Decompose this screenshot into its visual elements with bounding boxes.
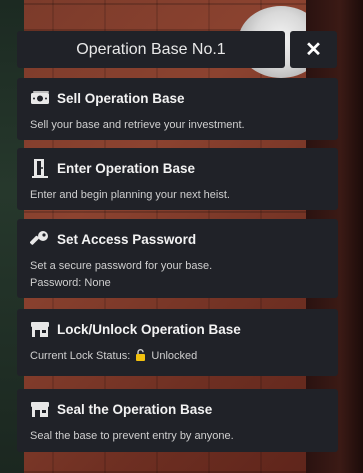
menu-item-enter-base[interactable]: Enter Operation Base Enter and begin pla… bbox=[17, 148, 338, 210]
title-bar: Operation Base No.1 ✕ bbox=[17, 31, 338, 68]
password-status: Password: None bbox=[30, 275, 326, 292]
lock-status-value: Unlocked bbox=[151, 350, 198, 362]
shop-icon bbox=[30, 399, 50, 419]
menu-item-seal-base[interactable]: Seal the Operation Base Seal the base to… bbox=[17, 389, 338, 452]
password-value: None bbox=[84, 277, 111, 289]
menu-item-title: Sell Operation Base bbox=[57, 90, 185, 106]
menu-title: Operation Base No.1 bbox=[17, 31, 285, 68]
menu-item-description: Enter and begin planning your next heist… bbox=[30, 189, 230, 201]
lock-status: Current Lock Status: Unlocked bbox=[30, 348, 326, 367]
menu-item-sell-base[interactable]: Sell Operation Base Sell your base and r… bbox=[17, 78, 338, 140]
menu-item-title: Enter Operation Base bbox=[57, 160, 196, 176]
menu-item-title: Seal the Operation Base bbox=[57, 401, 213, 417]
door-icon bbox=[30, 158, 50, 178]
close-icon: ✕ bbox=[305, 39, 322, 61]
password-label: Password: bbox=[30, 277, 82, 289]
menu-item-description: Set a secure password for your base. bbox=[30, 260, 213, 272]
menu-item-title: Lock/Unlock Operation Base bbox=[57, 321, 241, 337]
menu-item-title: Set Access Password bbox=[57, 231, 197, 247]
padlock-icon bbox=[135, 349, 146, 367]
lock-status-label: Current Lock Status: bbox=[30, 350, 131, 362]
key-icon bbox=[30, 229, 50, 249]
money-icon bbox=[30, 88, 50, 108]
menu-item-description: Seal the base to prevent entry by anyone… bbox=[30, 430, 234, 442]
menu-item-set-password[interactable]: Set Access Password Set a secure passwor… bbox=[17, 219, 338, 298]
operation-base-menu: Operation Base No.1 ✕ Sell Operation Bas… bbox=[17, 31, 338, 452]
menu-item-description: Sell your base and retrieve your investm… bbox=[30, 119, 245, 131]
shop-icon bbox=[30, 319, 50, 339]
close-button[interactable]: ✕ bbox=[290, 31, 337, 68]
menu-item-lock-unlock[interactable]: Lock/Unlock Operation Base Current Lock … bbox=[17, 309, 338, 376]
